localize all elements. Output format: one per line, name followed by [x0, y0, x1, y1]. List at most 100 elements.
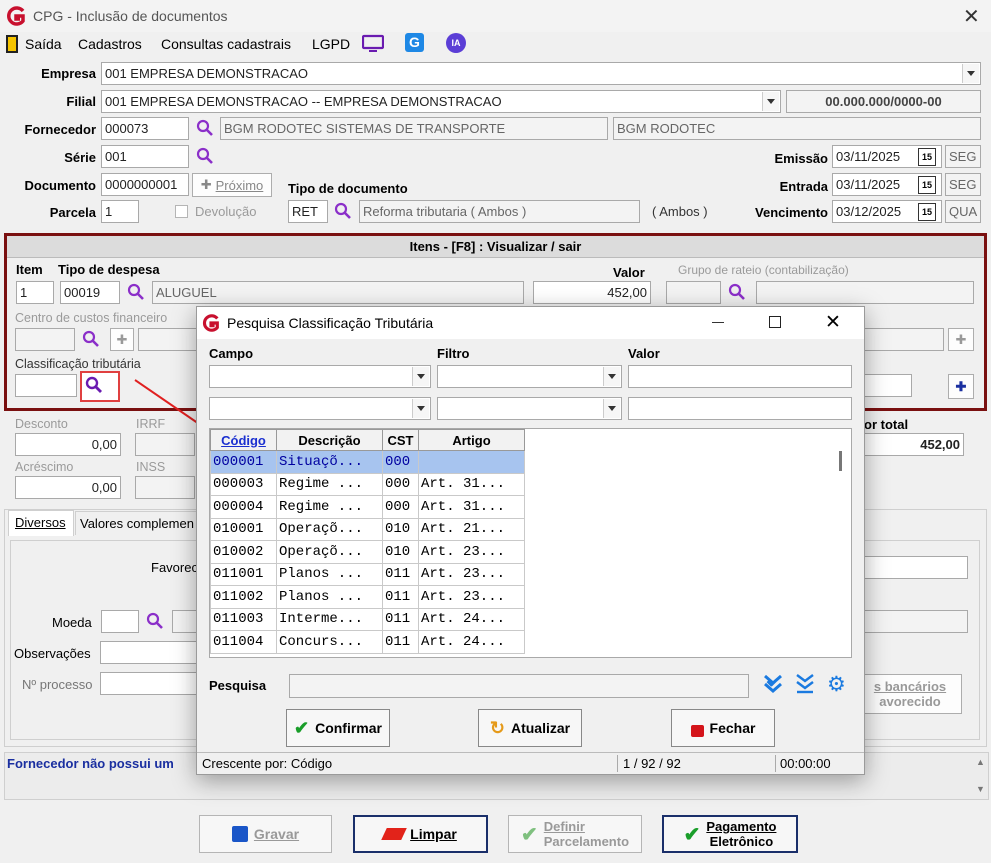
results-header-row: Código Descrição CST Artigo — [210, 429, 525, 451]
col-cst[interactable]: CST — [382, 429, 419, 451]
desconto-input[interactable]: 0,00 — [15, 433, 121, 456]
add-item-button[interactable]: ✚ — [948, 374, 974, 399]
table-row[interactable]: 010002 Operaçõ... 010 Art. 23... — [210, 540, 525, 564]
empresa-dropdown-icon[interactable] — [962, 64, 979, 83]
campo-select-2[interactable] — [209, 397, 431, 420]
centro-custos-add-button[interactable]: ✚ — [110, 328, 134, 351]
tab-diversos[interactable]: Diversos — [8, 510, 74, 536]
class-trib-search-icon[interactable] — [85, 376, 103, 394]
grid-scrollbar[interactable] — [839, 451, 842, 471]
pagamento-eletronico-button[interactable]: ✔ Pagamento Eletrônico — [662, 815, 798, 853]
fechar-button[interactable]: Fechar — [671, 709, 775, 747]
favorecido-right[interactable] — [858, 556, 968, 579]
filtro-select-1[interactable] — [437, 365, 622, 388]
table-row[interactable]: 011001 Planos ... 011 Art. 23... — [210, 562, 525, 586]
grupo-rateio-search-icon[interactable] — [728, 283, 746, 301]
valor-input-1[interactable] — [628, 365, 852, 388]
table-row[interactable]: 000001 Situaçõ... 000 — [210, 450, 525, 474]
empresa-select[interactable]: 001 EMPRESA DEMONSTRACAO — [101, 62, 981, 85]
serie-input[interactable]: 001 — [101, 145, 189, 168]
maximize-icon[interactable] — [769, 316, 781, 328]
entrada-calendar-icon[interactable]: 15 — [918, 176, 936, 194]
vencimento-calendar-icon[interactable]: 15 — [918, 203, 936, 221]
table-row[interactable]: 000004 Regime ... 000 Art. 31... — [210, 495, 525, 519]
filtro-dropdown-icon-1[interactable] — [603, 367, 620, 386]
tipo-despesa-desc: ALUGUEL — [152, 281, 524, 304]
status-count: 1 / 92 / 92 — [623, 756, 681, 771]
filtro-select-2[interactable] — [437, 397, 622, 420]
tipo-despesa-search-icon[interactable] — [127, 283, 145, 301]
menu-saida[interactable]: Saída — [25, 36, 62, 52]
campo-select-1[interactable] — [209, 365, 431, 388]
valor-input[interactable]: 452,00 — [533, 281, 651, 304]
filial-dropdown-icon[interactable] — [762, 92, 779, 111]
tipo-doc-code[interactable]: RET — [288, 200, 328, 223]
centro-custos-search-icon[interactable] — [82, 330, 100, 348]
processo-input[interactable] — [100, 672, 198, 695]
g-logo-icon[interactable]: G — [405, 33, 424, 52]
gravar-button[interactable]: Gravar — [199, 815, 332, 853]
atualizar-button[interactable]: ↻ Atualizar — [478, 709, 582, 747]
item-label: Item — [16, 262, 43, 277]
vencimento-label: Vencimento — [755, 205, 828, 220]
menu-cadastros[interactable]: Cadastros — [78, 36, 142, 52]
item-input[interactable]: 1 — [16, 281, 54, 304]
col-descricao[interactable]: Descrição — [276, 429, 383, 451]
tipo-despesa-code[interactable]: 00019 — [60, 281, 120, 304]
ia-badge[interactable]: IA — [446, 33, 466, 53]
fornecedor-search-icon[interactable] — [196, 119, 214, 137]
menu-lgpd[interactable]: LGPD — [312, 36, 350, 52]
double-chevron-icon[interactable] — [763, 673, 783, 695]
confirmar-button[interactable]: ✔ Confirmar — [286, 709, 390, 747]
pagamento-label-1: Pagamento — [706, 819, 777, 834]
documento-input[interactable]: 0000000001 — [101, 173, 189, 196]
close-icon[interactable]: ✕ — [963, 4, 980, 29]
filial-label: Filial — [66, 94, 96, 109]
moeda-search-icon[interactable] — [146, 612, 164, 630]
gravar-label: Gravar — [253, 826, 300, 842]
status-scroll-down-icon[interactable]: ▼ — [976, 784, 985, 794]
row-cst: 011 — [382, 607, 419, 631]
status-scroll-up-icon[interactable]: ▲ — [976, 757, 985, 767]
double-chevron-end-icon[interactable] — [795, 673, 815, 695]
gear-icon[interactable]: ⚙ — [827, 672, 846, 697]
dados-bancarios-button[interactable]: s bancários avorecido — [858, 674, 962, 714]
table-row[interactable]: 011002 Planos ... 011 Art. 23... — [210, 585, 525, 609]
valor-input-2[interactable] — [628, 397, 852, 420]
proximo-button[interactable]: ✚ Próximo — [192, 173, 272, 197]
monitor-icon[interactable] — [362, 34, 384, 54]
limpar-button[interactable]: Limpar — [353, 815, 488, 853]
processo-label: Nº processo — [22, 677, 93, 692]
right-add-button[interactable]: ✚ — [948, 328, 974, 351]
fornecedor-code-input[interactable]: 000073 — [101, 117, 189, 140]
menu-consultas[interactable]: Consultas cadastrais — [161, 36, 291, 52]
dialog-close-icon[interactable]: ✕ — [825, 311, 841, 334]
table-row[interactable]: 011004 Concurs... 011 Art. 24... — [210, 630, 525, 654]
acrescimo-input[interactable]: 0,00 — [15, 476, 121, 499]
moeda-input[interactable] — [101, 610, 139, 633]
col-codigo[interactable]: Código — [210, 429, 277, 451]
parcela-input[interactable]: 1 — [101, 200, 139, 223]
campo-dropdown-icon-1[interactable] — [412, 367, 429, 386]
definir-parcelamento-button[interactable]: ✔ Definir Parcelamento — [508, 815, 642, 853]
tipo-doc-search-icon[interactable] — [334, 202, 352, 220]
pesquisa-input[interactable] — [289, 674, 749, 698]
filtro-dropdown-icon-2[interactable] — [603, 399, 620, 418]
emissao-calendar-icon[interactable]: 15 — [918, 148, 936, 166]
observacoes-input[interactable] — [100, 641, 198, 664]
table-row[interactable]: 000003 Regime ... 000 Art. 31... — [210, 472, 525, 496]
minimize-icon[interactable] — [712, 322, 724, 323]
table-row[interactable]: 010001 Operaçõ... 010 Art. 21... — [210, 517, 525, 541]
filial-select[interactable]: 001 EMPRESA DEMONSTRACAO -- EMPRESA DEMO… — [101, 90, 781, 113]
col-artigo[interactable]: Artigo — [418, 429, 525, 451]
dialog-title: Pesquisa Classificação Tributária — [227, 315, 434, 331]
class-trib-input[interactable] — [15, 374, 77, 397]
menu-bar: Saída Cadastros Consultas cadastrais LGP… — [0, 32, 991, 58]
table-row[interactable]: 011003 Interme... 011 Art. 24... — [210, 607, 525, 631]
row-artigo: Art. 23... — [418, 585, 525, 609]
serie-search-icon[interactable] — [196, 147, 214, 165]
campo-dropdown-icon-2[interactable] — [412, 399, 429, 418]
tab-valores[interactable]: Valores complemen — [75, 511, 205, 535]
check-icon: ✔ — [683, 823, 701, 846]
devolucao-checkbox[interactable] — [175, 205, 188, 218]
